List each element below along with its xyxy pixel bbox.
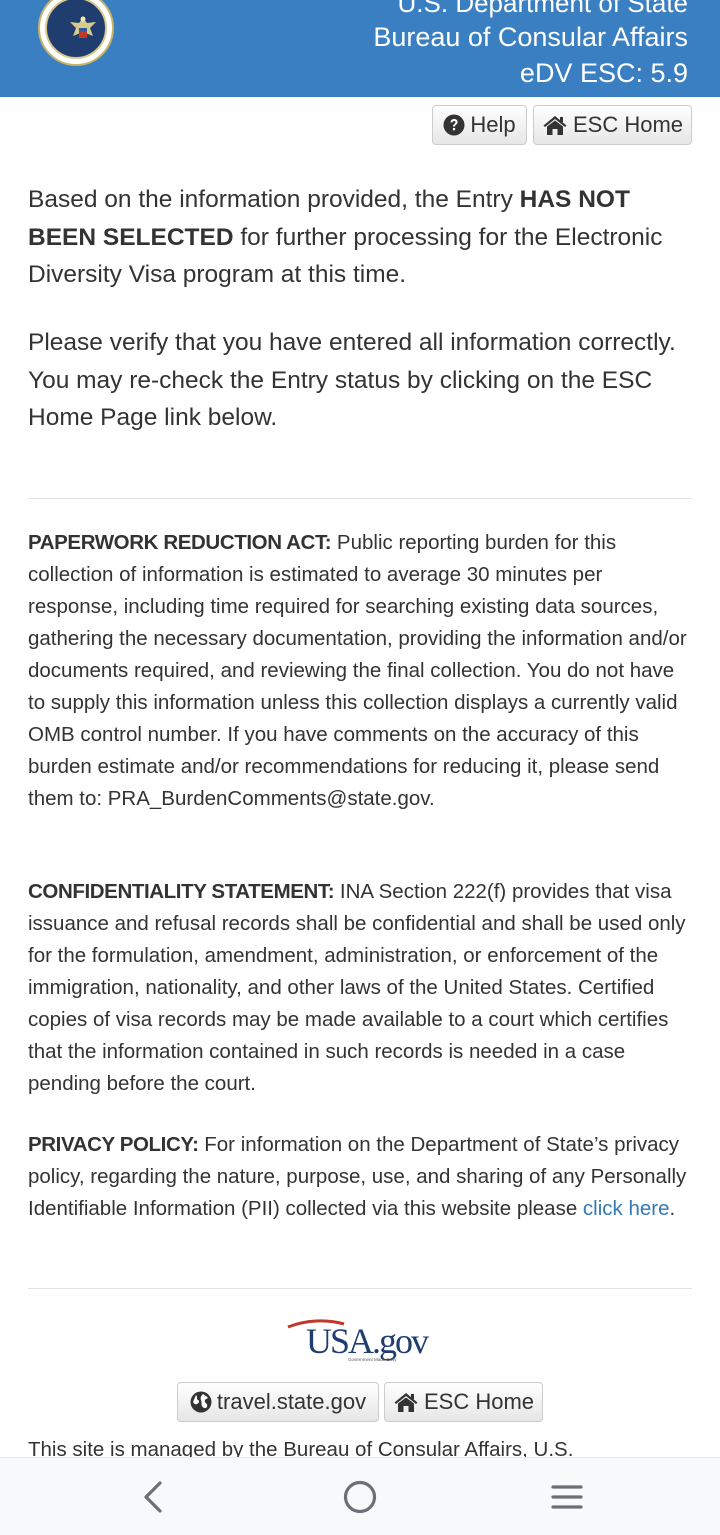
esc-home-button-top[interactable]: ESC Home [533,105,692,145]
paperwork-reduction-act: PAPERWORK REDUCTION ACT: Public reportin… [28,527,696,815]
esc-home-label: ESC Home [572,112,684,137]
result-message: Based on the information provided, the E… [28,181,696,294]
department-of-state-seal-icon[interactable] [38,0,114,66]
usagov-tagline: Government Made Easy [348,1357,397,1362]
question-circle-icon [443,114,465,136]
usagov-logo-text: USA.gov [306,1321,429,1361]
help-button[interactable]: Help [432,105,527,145]
privacy-end: . [669,1197,676,1220]
app-version: eDV ESC: 5.9 [519,58,688,88]
confidentiality-title: CONFIDENTIALITY STATEMENT: [28,880,335,903]
divider [28,498,692,499]
confidentiality-text: INA Section 222(f) provides that visa is… [28,880,686,1095]
site-header: U.S. Department of State Bureau of Consu… [0,0,720,97]
usagov-logo[interactable]: USA.gov Government Made Easy [286,1316,438,1366]
back-button[interactable] [113,1458,193,1535]
system-navigation-bar [0,1457,720,1535]
home-icon [543,116,567,135]
verify-message: Please verify that you have entered all … [28,329,676,431]
back-chevron-icon [144,1481,162,1513]
privacy-click-here-link[interactable]: click here [583,1197,670,1220]
footer-esc-home-label: ESC Home [423,1389,535,1414]
help-label: Help [470,112,516,137]
travel-state-gov-button[interactable]: travel.state.gov [177,1382,379,1422]
home-button[interactable] [320,1458,400,1535]
eagle-icon [70,16,96,38]
privacy-policy: PRIVACY POLICY: For information on the D… [28,1129,696,1225]
confidentiality-statement: CONFIDENTIALITY STATEMENT: INA Section 2… [28,876,696,1100]
department-title: U.S. Department of State [397,0,688,18]
result-text-start: Based on the information provided, the E… [28,186,520,213]
globe-icon [190,1391,212,1413]
privacy-title: PRIVACY POLICY: [28,1133,199,1156]
recent-apps-button[interactable] [527,1458,607,1535]
menu-lines-icon [551,1485,583,1509]
pra-text: Public reporting burden for this collect… [28,531,687,810]
pra-title: PAPERWORK REDUCTION ACT: [28,531,332,554]
home-icon [394,1393,418,1412]
bureau-title: Bureau of Consular Affairs [373,22,688,52]
travel-label: travel.state.gov [216,1389,367,1414]
home-circle-icon [343,1480,377,1514]
esc-home-button-footer[interactable]: ESC Home [384,1382,543,1422]
divider [28,1288,692,1289]
